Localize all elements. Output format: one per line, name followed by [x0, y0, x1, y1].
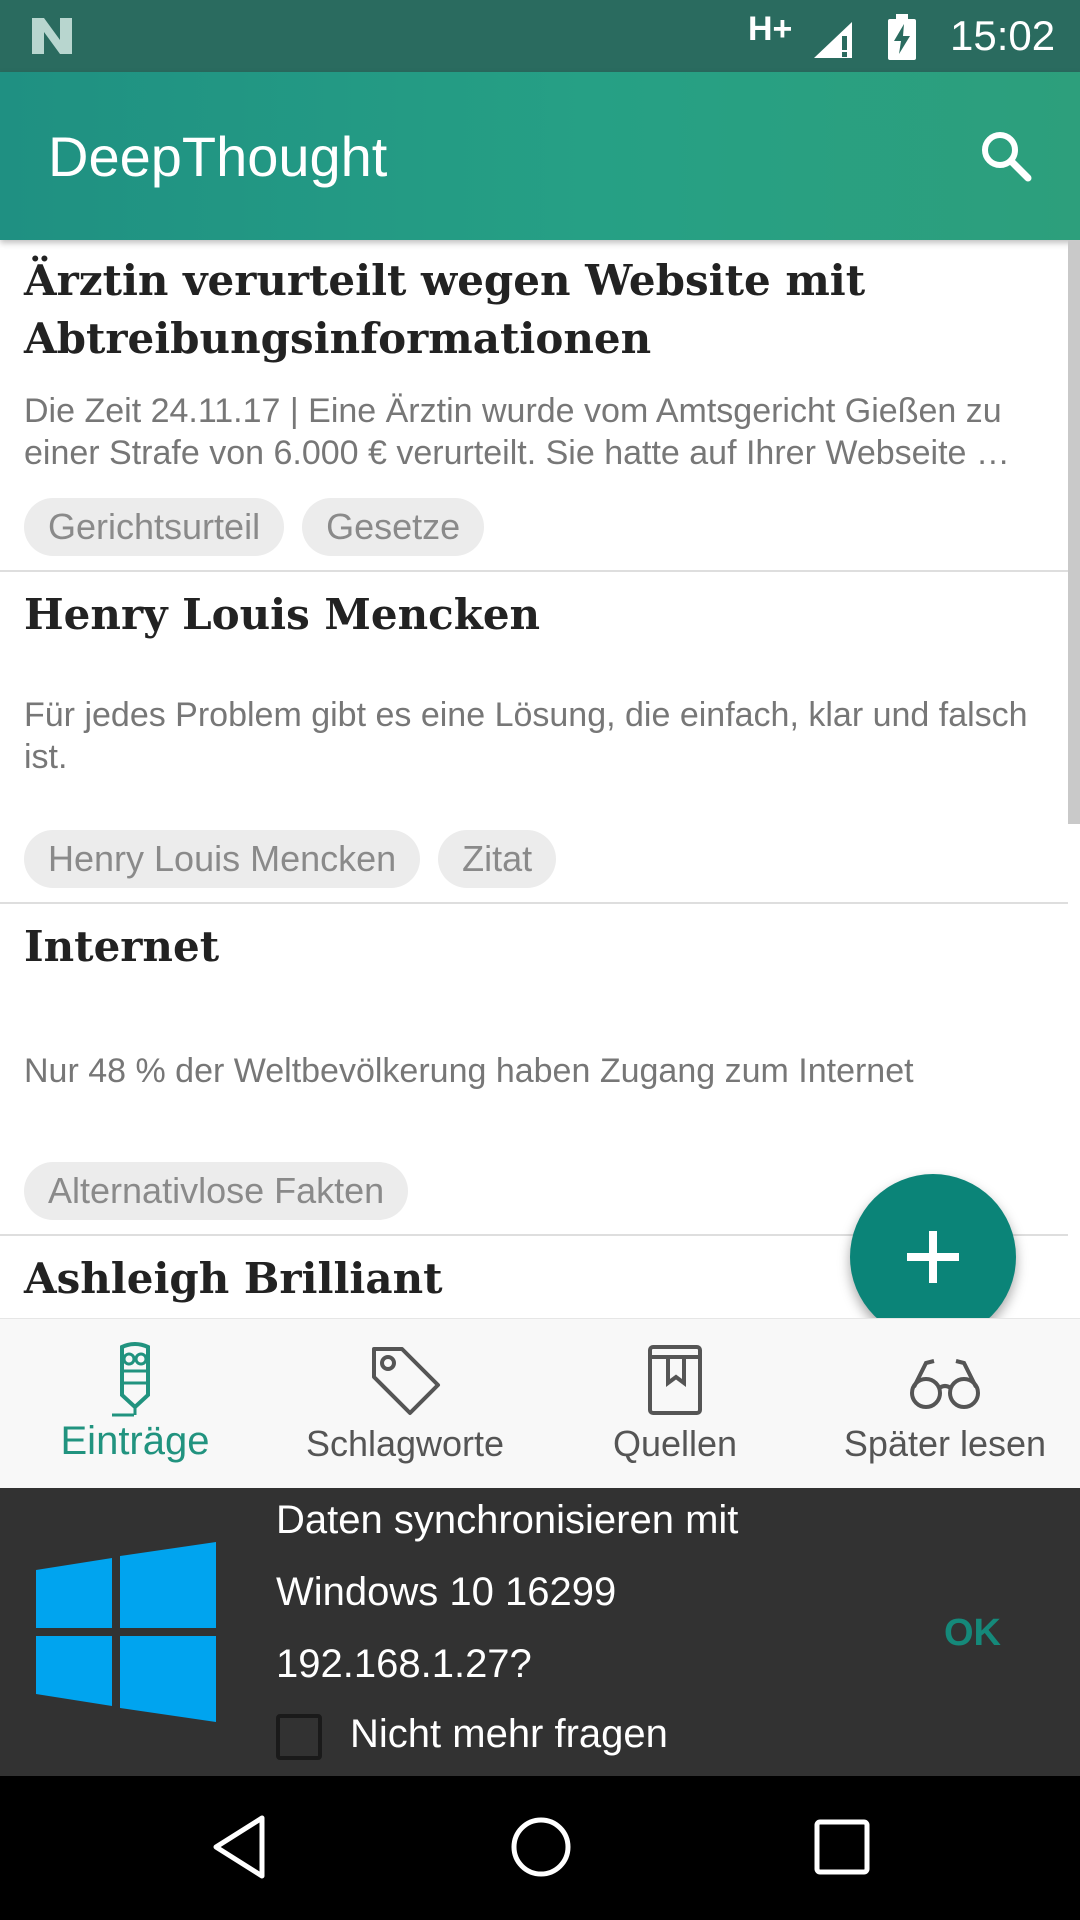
entry-title: Ärztin verurteilt wegen Website mit Abtr…	[24, 256, 866, 363]
scrollbar[interactable]	[1068, 240, 1080, 824]
nav-item-entries[interactable]: Einträge	[0, 1319, 270, 1489]
nav-label: Später lesen	[843, 1423, 1047, 1464]
nav-item-read-later[interactable]: Später lesen	[810, 1319, 1080, 1489]
entries-list[interactable]: Ärztin verurteilt wegen Website mit Abtr…	[0, 240, 1068, 1318]
battery-charging-icon	[888, 14, 916, 60]
bottom-navigation: Einträge Schlagworte Quellen Später lese…	[0, 1318, 1080, 1489]
glasses-icon	[910, 1359, 980, 1409]
ok-button[interactable]: OK	[944, 1612, 1001, 1655]
nav-label: Schlagworte	[305, 1423, 505, 1464]
tag-list: Alternativlose Fakten	[24, 1162, 426, 1222]
search-icon[interactable]	[978, 128, 1034, 184]
entry-title: Henry Louis Mencken	[24, 590, 541, 639]
tag-icon	[372, 1347, 440, 1415]
status-bar: H+ 15:02	[0, 0, 1080, 72]
entry-title: Internet	[24, 922, 220, 971]
tag-list: Gerichtsurteil Gesetze	[24, 498, 502, 558]
system-navigation-bar	[0, 1776, 1080, 1920]
app-title: DeepThought	[48, 125, 388, 188]
list-item[interactable]: Henry Louis Mencken Für jedes Problem gi…	[0, 572, 1068, 904]
home-icon[interactable]	[506, 1812, 576, 1882]
dont-ask-again-checkbox[interactable]	[276, 1714, 322, 1760]
nav-item-sources[interactable]: Quellen	[540, 1319, 810, 1489]
windows-logo-icon	[36, 1542, 216, 1722]
checkbox-label[interactable]: Nicht mehr fragen	[350, 1712, 668, 1757]
nav-label: Quellen	[612, 1423, 738, 1464]
recents-icon[interactable]	[812, 1812, 872, 1882]
back-icon[interactable]	[210, 1812, 270, 1882]
tag-list: Henry Louis Mencken Zitat	[24, 830, 574, 890]
sync-device-name: Windows 10 16299	[276, 1570, 617, 1614]
tag-chip[interactable]: Gesetze	[302, 498, 485, 556]
list-item[interactable]: Ärztin verurteilt wegen Website mit Abtr…	[0, 240, 1068, 572]
signal-icon	[814, 22, 852, 58]
entry-preview: Für jedes Problem gibt es eine Lösung, d…	[24, 696, 1028, 776]
nav-label: Einträge	[60, 1419, 210, 1463]
app-bar: DeepThought	[0, 72, 1080, 240]
owl-pen-icon	[112, 1342, 150, 1417]
android-n-icon	[32, 18, 72, 54]
network-type: H+	[748, 10, 793, 48]
sync-device-address: 192.168.1.27?	[276, 1642, 532, 1686]
tag-chip[interactable]: Alternativlose Fakten	[24, 1162, 409, 1220]
tag-chip[interactable]: Gerichtsurteil	[24, 498, 285, 556]
sync-prompt: Daten synchronisieren mit Windows 10 162…	[0, 1488, 1080, 1776]
clock: 15:02	[950, 12, 1056, 59]
sync-message-line: Daten synchronisieren mit	[276, 1498, 739, 1542]
book-icon	[648, 1345, 702, 1415]
plus-icon	[907, 1231, 959, 1283]
nav-item-tags[interactable]: Schlagworte	[270, 1319, 540, 1489]
add-entry-button[interactable]	[850, 1174, 1016, 1340]
entry-preview: Nur 48 % der Weltbevölkerung haben Zugan…	[24, 1052, 914, 1090]
tag-chip[interactable]: Henry Louis Mencken	[24, 830, 421, 888]
entry-preview: Die Zeit 24.11.17 | Eine Ärztin wurde vo…	[24, 392, 1010, 472]
tag-chip[interactable]: Zitat	[438, 830, 557, 888]
